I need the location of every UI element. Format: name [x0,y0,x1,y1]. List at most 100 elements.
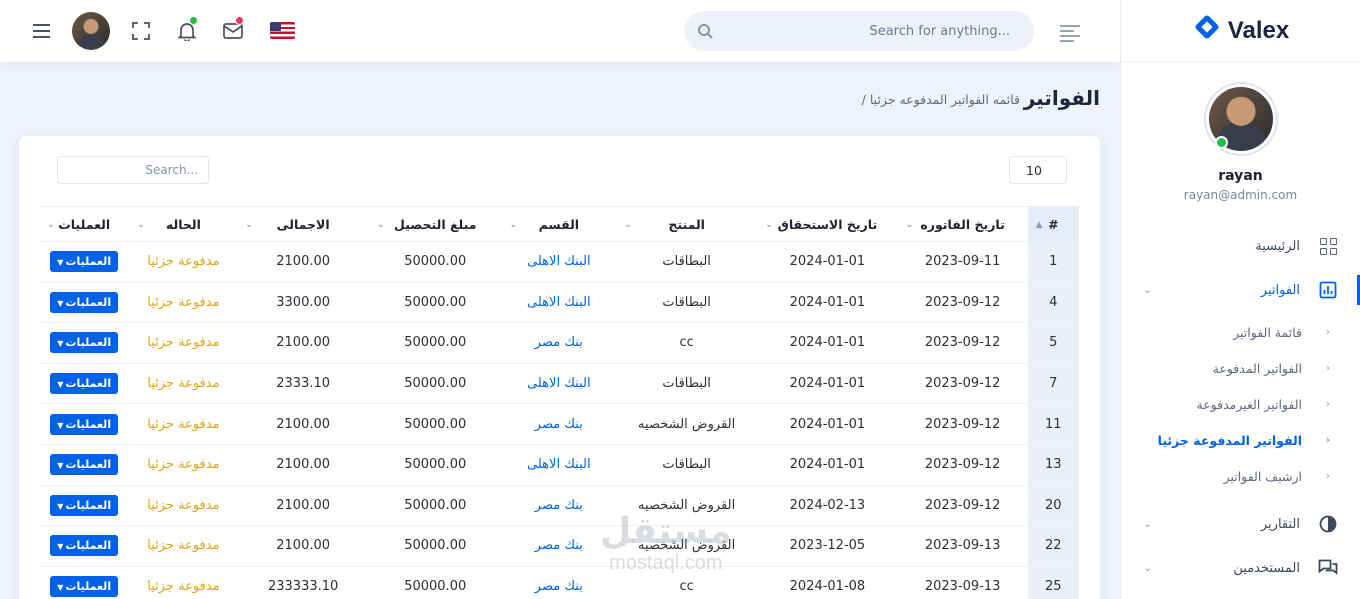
sidebar-menu: الرئيسية ⌄ الفواتير قائمة الفواتير › الفو… [1121,224,1360,590]
operations-button[interactable]: العمليات▼ [50,413,119,435]
avatar[interactable] [1205,84,1276,154]
operations-button[interactable]: العمليات▼ [50,291,119,313]
header-label: تاريخ الاستحقاق [777,216,878,232]
brand-logo[interactable]: Valex [1121,0,1360,62]
cell-section[interactable]: بنك مصر [501,485,617,527]
table-search-input[interactable] [58,157,208,183]
chat-icon [1318,558,1338,578]
operations-button-label: العمليات [65,336,112,350]
col-header-status[interactable]: الحاله ⌄ [129,206,238,242]
table-search[interactable] [57,156,209,184]
cell-product: البطاقات [616,241,758,283]
table-row[interactable]: 11 2023-09-12 2024-01-01 القروض الشخصيه بنك … [39,403,1079,445]
col-header-operations[interactable]: العمليات ⌄ [39,206,130,242]
cell-section[interactable]: البنك الاهلى [501,282,617,324]
cell-invoice-date: 2023-09-12 [897,485,1028,527]
cell-operations: العمليات▼ [39,444,130,486]
header-avatar[interactable] [72,12,110,50]
table-row[interactable]: 25 2023-09-13 2024-01-08 cc بنك مصر 50000.00 2… [39,566,1079,599]
us-flag-icon[interactable] [270,22,295,39]
operations-button[interactable]: العمليات▼ [50,251,119,273]
col-header-section[interactable]: القسم ⌄ [501,206,617,242]
sidebar-item-invoices[interactable]: ⌄ الفواتير [1121,268,1360,312]
col-header-product[interactable]: المنتج ⌄ [616,206,758,242]
cell-collection-amount: 50000.00 [368,241,502,283]
col-header-invoice-date[interactable]: تاريخ الفاتوره ⌄ [897,206,1028,242]
operations-button[interactable]: العمليات▼ [50,332,119,354]
caret-down-icon: ▼ [57,542,64,552]
cell-invoice-date: 2023-09-12 [897,322,1028,364]
table-row[interactable]: 1 2023-09-11 2024-01-01 البطاقات البنك الاهل… [39,241,1079,283]
submenu-unpaid-invoices[interactable]: الفواتير الغيرمدفوعة › [1121,386,1360,422]
cell-number: 13 [1027,444,1079,486]
submenu-paid-invoices[interactable]: الفواتير المدفوعة › [1121,350,1360,386]
submenu-label: قائمة الفواتير [1233,324,1302,340]
operations-button[interactable]: العمليات▼ [50,494,119,516]
operations-button-label: العمليات [65,539,112,553]
search-input[interactable] [684,11,1034,51]
table-row[interactable]: 13 2023-09-12 2024-01-01 البطاقات البنك الاه… [39,444,1079,486]
chevron-right-icon: › [1325,434,1330,446]
valex-logo-icon [1192,13,1222,46]
cell-section[interactable]: البنك الاهلى [501,363,617,405]
cell-section[interactable]: بنك مصر [501,403,617,445]
global-search[interactable] [684,11,1034,51]
dashboard-icon [1318,236,1338,256]
cell-product: البطاقات [616,363,758,405]
cell-total: 2100.00 [237,485,369,527]
caret-down-icon: ▼ [57,339,64,349]
cell-section[interactable]: بنك مصر [501,525,617,567]
cell-collection-amount: 50000.00 [368,363,502,405]
cell-due-date: 2024-01-01 [757,322,898,364]
cell-collection-amount: 50000.00 [368,566,502,599]
cell-invoice-date: 2023-09-12 [897,444,1028,486]
sidebar-item-users[interactable]: ⌄ المستخدمين [1121,546,1360,590]
sort-icon: ⌄ [765,220,773,230]
cell-invoice-date: 2023-09-11 [897,241,1028,283]
cell-operations: العمليات▼ [39,363,130,405]
cell-operations: العمليات▼ [39,322,130,364]
cell-due-date: 2024-01-01 [757,403,898,445]
table-row[interactable]: 20 2023-09-12 2024-02-13 القروض الشخصيه بنك … [39,485,1079,527]
submenu-partial-invoices[interactable]: الفواتير المدفوعة جزئيا › [1121,422,1360,458]
col-header-number[interactable]: # ▲ [1027,206,1079,242]
mail-icon[interactable] [222,16,244,43]
caret-down-icon: ▼ [57,380,64,390]
cell-section[interactable]: بنك مصر [501,322,617,364]
table-row[interactable]: 22 2023-09-13 2023-12-05 القروض الشخصيه بنك … [39,525,1079,567]
operations-button[interactable]: العمليات▼ [50,373,119,395]
cell-number: 22 [1027,525,1079,567]
table-row[interactable]: 7 2023-09-12 2024-01-01 البطاقات البنك الاهل… [39,363,1079,405]
header-label: الحاله [165,216,201,232]
header-label: العمليات [58,216,111,232]
menu-toggle-icon[interactable] [33,24,50,42]
cell-total: 233333.10 [237,566,369,599]
cell-total: 2100.00 [237,322,369,364]
chevron-down-icon: ⌄ [1143,517,1153,530]
sidebar-item-home[interactable]: الرئيسية [1121,224,1360,268]
col-header-due-date[interactable]: تاريخ الاستحقاق ⌄ [757,206,898,242]
sidebar-item-reports[interactable]: ⌄ التقارير [1121,502,1360,546]
page-length-select[interactable]: 10 [1009,156,1067,184]
fullscreen-icon[interactable] [130,19,152,43]
cell-section[interactable]: البنك الاهلى [501,241,617,283]
cell-section[interactable]: بنك مصر [501,566,617,599]
operations-button[interactable]: العمليات▼ [50,576,119,598]
cell-section[interactable]: البنك الاهلى [501,444,617,486]
operations-button[interactable]: العمليات▼ [50,535,119,557]
breadcrumb[interactable]: / قائمه الفواتير المدفوعه جزئيا [862,92,1020,107]
cell-due-date: 2024-01-01 [757,363,898,405]
submenu-invoice-archive[interactable]: ارشيف الفواتير › [1121,458,1360,494]
align-right-icon[interactable] [1060,25,1080,45]
table-row[interactable]: 5 2023-09-12 2024-01-01 cc بنك مصر 50000.00 21… [39,322,1079,364]
cell-collection-amount: 50000.00 [368,485,502,527]
table-row[interactable]: 4 2023-09-12 2024-01-01 البطاقات البنك الاهل… [39,282,1079,324]
bell-icon[interactable] [176,16,198,43]
operations-button-label: العمليات [65,255,112,269]
col-header-collection-amount[interactable]: مبلغ التحصيل ⌄ [368,206,502,242]
caret-down-icon: ▼ [57,461,64,471]
submenu-invoice-list[interactable]: قائمة الفواتير › [1121,314,1360,350]
operations-button[interactable]: العمليات▼ [50,454,119,476]
col-header-total[interactable]: الاجمالى ⌄ [237,206,369,242]
operations-button-label: العمليات [65,498,112,512]
